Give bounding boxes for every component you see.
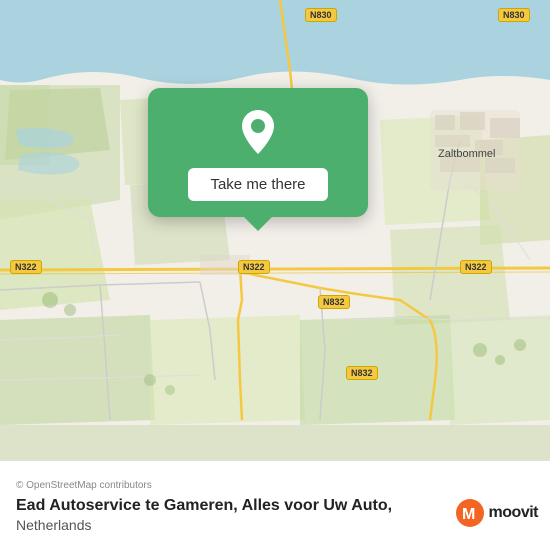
road-label-n322-1: N322 <box>10 260 42 274</box>
moovit-text: moovit <box>489 504 538 522</box>
road-label-n322-2: N322 <box>238 260 270 274</box>
moovit-logo: M moovit <box>455 498 538 528</box>
info-bar: © OpenStreetMap contributors Ead Autoser… <box>0 460 550 550</box>
popup-card: Take me there <box>148 88 368 217</box>
copyright-text: © OpenStreetMap contributors <box>16 480 152 491</box>
road-label-n830-2: N830 <box>498 8 530 22</box>
take-me-there-button[interactable]: Take me there <box>188 168 327 201</box>
copyright-line: © OpenStreetMap contributors <box>16 480 534 491</box>
map-background <box>0 0 550 460</box>
svg-text:M: M <box>462 506 475 523</box>
road-label-n832-2: N832 <box>346 366 378 380</box>
location-pin-icon <box>232 106 284 158</box>
moovit-icon: M <box>455 498 485 528</box>
road-label-n832-1: N832 <box>318 295 350 309</box>
road-label-n830-1: N830 <box>305 8 337 22</box>
map-container: N830 N830 N322 N322 N322 N832 N832 Zaltb… <box>0 0 550 460</box>
zaltbommel-label: Zaltbommel <box>438 148 495 160</box>
road-label-n322-3: N322 <box>460 260 492 274</box>
